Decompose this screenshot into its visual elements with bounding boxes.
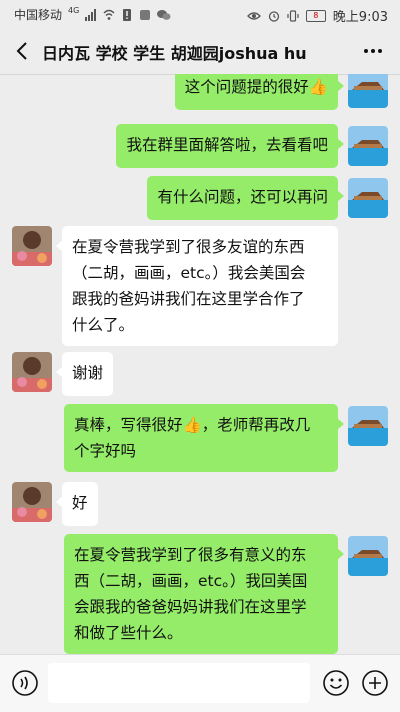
input-bar: [0, 654, 400, 712]
alert-icon: [123, 8, 132, 21]
message-bubble[interactable]: 在夏令营我学到了很多有意义的东 西（二胡，画画，etc。）我回美国 会跟我的爸爸…: [64, 534, 344, 654]
signal-icon: [85, 8, 97, 21]
my-avatar[interactable]: [348, 126, 388, 166]
message-row: 我在群里面解答啦，去看看吧: [0, 124, 400, 174]
voice-input-icon[interactable]: [11, 669, 39, 697]
my-avatar[interactable]: [348, 178, 388, 218]
status-bar: 中国移动 4G 8 晚上9:03: [0, 0, 400, 28]
network-type: 4G: [68, 6, 80, 15]
message-bubble[interactable]: 这个问题提的很好👍: [174, 74, 345, 110]
contact-avatar[interactable]: [12, 352, 52, 392]
chat-header: 日内瓦 学校 学生 胡迦园joshua hu: [0, 28, 400, 75]
plus-icon[interactable]: [361, 669, 389, 697]
vibrate-icon: [287, 9, 299, 22]
my-avatar[interactable]: [348, 536, 388, 576]
chat-title: 日内瓦 学校 学生 胡迦园joshua hu: [42, 44, 307, 63]
message-row: 有什么问题，还可以再问: [0, 176, 400, 226]
message-row: 在夏令营我学到了很多有意义的东 西（二胡，画画，etc。）我回美国 会跟我的爸爸…: [0, 534, 400, 654]
message-bubble[interactable]: 在夏令营我学到了很多友谊的东西 （二胡，画画，etc。）我会美国会 跟我的爸妈讲…: [56, 226, 338, 346]
message-row: 好: [0, 482, 400, 532]
contact-avatar[interactable]: [12, 226, 52, 266]
battery-icon: 8: [305, 9, 326, 22]
message-bubble[interactable]: 有什么问题，还可以再问: [147, 176, 344, 220]
message-list[interactable]: 这个问题提的很好👍 我在群里面解答啦，去看看吧 有什么问题，还可以再问 在夏令营…: [0, 74, 400, 654]
message-row: 这个问题提的很好👍: [0, 74, 400, 114]
message-bubble[interactable]: 我在群里面解答啦，去看看吧: [116, 124, 344, 168]
message-bubble[interactable]: 真棒，写得很好👍，老师帮再改几 个字好吗: [64, 404, 344, 472]
contact-avatar[interactable]: [12, 482, 52, 522]
more-options-icon[interactable]: [360, 38, 386, 64]
message-bubble[interactable]: 谢谢: [55, 352, 114, 396]
my-avatar[interactable]: [348, 74, 388, 108]
wifi-icon: [103, 9, 115, 20]
message-row: 在夏令营我学到了很多友谊的东西 （二胡，画画，etc。）我会美国会 跟我的爸妈讲…: [0, 226, 400, 346]
message-input[interactable]: [48, 663, 310, 703]
message-row: 谢谢: [0, 352, 400, 402]
emoji-icon[interactable]: [322, 669, 350, 697]
back-arrow-icon[interactable]: [10, 38, 36, 64]
alarm-icon: [268, 10, 279, 22]
eye-icon: [246, 11, 261, 20]
message-row: 真棒，写得很好👍，老师帮再改几 个字好吗: [0, 404, 400, 474]
message-bubble[interactable]: 好: [56, 482, 98, 526]
notification-icon: [140, 9, 151, 20]
wechat-icon: [157, 9, 171, 20]
clock-time: 晚上9:03: [332, 10, 388, 25]
my-avatar[interactable]: [348, 406, 388, 446]
carrier-label: 中国移动: [14, 8, 63, 22]
